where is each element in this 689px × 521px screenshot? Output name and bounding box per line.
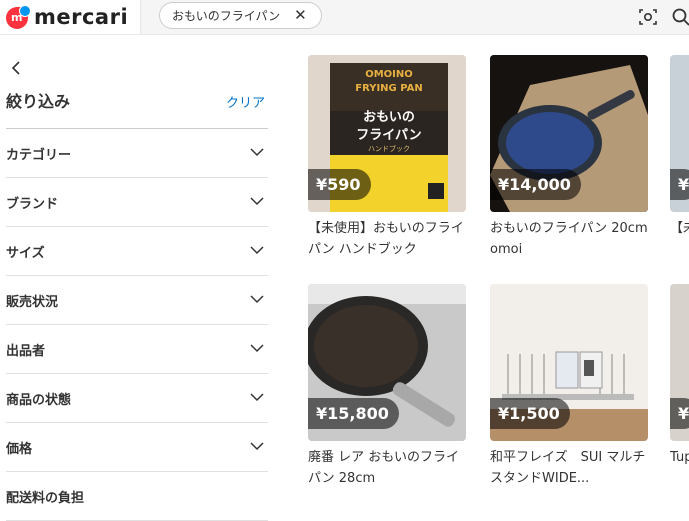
price-badge: ¥1,500 [490,398,570,429]
mercari-logo-mark: m [6,5,31,29]
mercari-logo[interactable]: m mercari [6,5,128,29]
product-thumbnail: ¥1,500 [490,284,648,441]
product-name: Tup エフ [670,450,689,465]
chevron-down-icon [250,295,264,304]
price-badge: ¥ [670,169,689,200]
price-badge: ¥15,800 [308,398,399,429]
filter-size[interactable]: サイズ [6,227,268,276]
product-name: 【未使用】おもいのフライパン ハンドブック [308,221,464,257]
top-header: m mercari おもいのフライパン ✕ [0,0,689,35]
product-card-partial[interactable]: ¥ Tup エフ [670,284,689,489]
filter-condition[interactable]: 商品の状態 [6,374,268,423]
filter-label: 商品の状態 [6,393,72,408]
chevron-down-icon [250,148,264,157]
product-card[interactable]: ¥15,800 廃番 レア おもいのフライパン 28cm [308,284,466,489]
filter-label: 配送料の負担 [6,491,85,506]
svg-text:OMOINO: OMOINO [365,69,413,80]
product-thumbnail: ¥15,800 [308,284,466,441]
filter-category[interactable]: カテゴリー [6,129,268,178]
product-card[interactable]: ¥14,000 おもいのフライパン 20cm omoi [490,55,648,260]
product-card-partial[interactable]: ¥ 【未 ン... [670,55,689,260]
filter-shipping[interactable]: 配送料の負担 [6,472,268,521]
search-keyword-text: おもいのフライパン [172,9,281,23]
product-thumbnail: OMOINO FRYING PAN おもいの フライパン ハンドブック ¥590 [308,55,466,212]
product-card[interactable]: OMOINO FRYING PAN おもいの フライパン ハンドブック ¥590… [308,55,466,260]
filter-seller[interactable]: 出品者 [6,325,268,374]
filter-sales-status[interactable]: 販売状況 [6,276,268,325]
close-icon[interactable]: ✕ [294,8,307,23]
svg-text:ハンドブック: ハンドブック [368,144,410,153]
filter-price[interactable]: 価格 [6,423,268,472]
chevron-left-icon[interactable] [9,58,25,78]
svg-text:FRYING PAN: FRYING PAN [355,83,423,94]
svg-text:おもいの: おもいの [363,110,415,125]
product-thumbnail: ¥ [670,284,689,441]
search-bar[interactable]: おもいのフライパン ✕ [140,0,689,34]
filter-label: カテゴリー [6,148,72,163]
product-thumbnail: ¥14,000 [490,55,648,212]
chevron-down-icon [250,442,264,451]
search-icon[interactable] [671,7,689,27]
product-name: 和平フレイズ SUI マルチスタンドWIDE... [490,450,646,486]
filter-label: サイズ [6,246,45,261]
logo-text: mercari [34,5,129,29]
chevron-down-icon [250,246,264,255]
filter-title: 絞り込み [6,92,71,111]
product-card[interactable]: ¥1,500 和平フレイズ SUI マルチスタンドWIDE... [490,284,648,489]
filter-label: 販売状況 [6,295,59,310]
svg-text:フライパン: フライパン [356,128,421,143]
chevron-down-icon [250,344,264,353]
filter-label: 価格 [6,442,33,457]
product-name: 【未 ン... [670,221,689,236]
price-badge: ¥590 [308,169,371,200]
filter-label: ブランド [6,197,59,212]
camera-scan-icon[interactable] [638,7,658,27]
search-keyword-chip[interactable]: おもいのフライパン ✕ [159,2,322,29]
clear-filters-link[interactable]: クリア [226,92,265,111]
product-thumbnail: ¥ [670,55,689,212]
product-name: 廃番 レア おもいのフライパン 28cm [308,450,460,486]
chevron-down-icon [250,393,264,402]
product-name: おもいのフライパン 20cm omoi [490,221,648,257]
filter-brand[interactable]: ブランド [6,178,268,227]
filter-label: 出品者 [6,344,46,359]
price-badge: ¥14,000 [490,169,581,200]
filter-list: カテゴリー ブランド サイズ 販売状況 出品者 商品の状態 価格 配送料の負担 [6,128,268,521]
chevron-down-icon [250,197,264,206]
price-badge: ¥ [670,398,689,429]
